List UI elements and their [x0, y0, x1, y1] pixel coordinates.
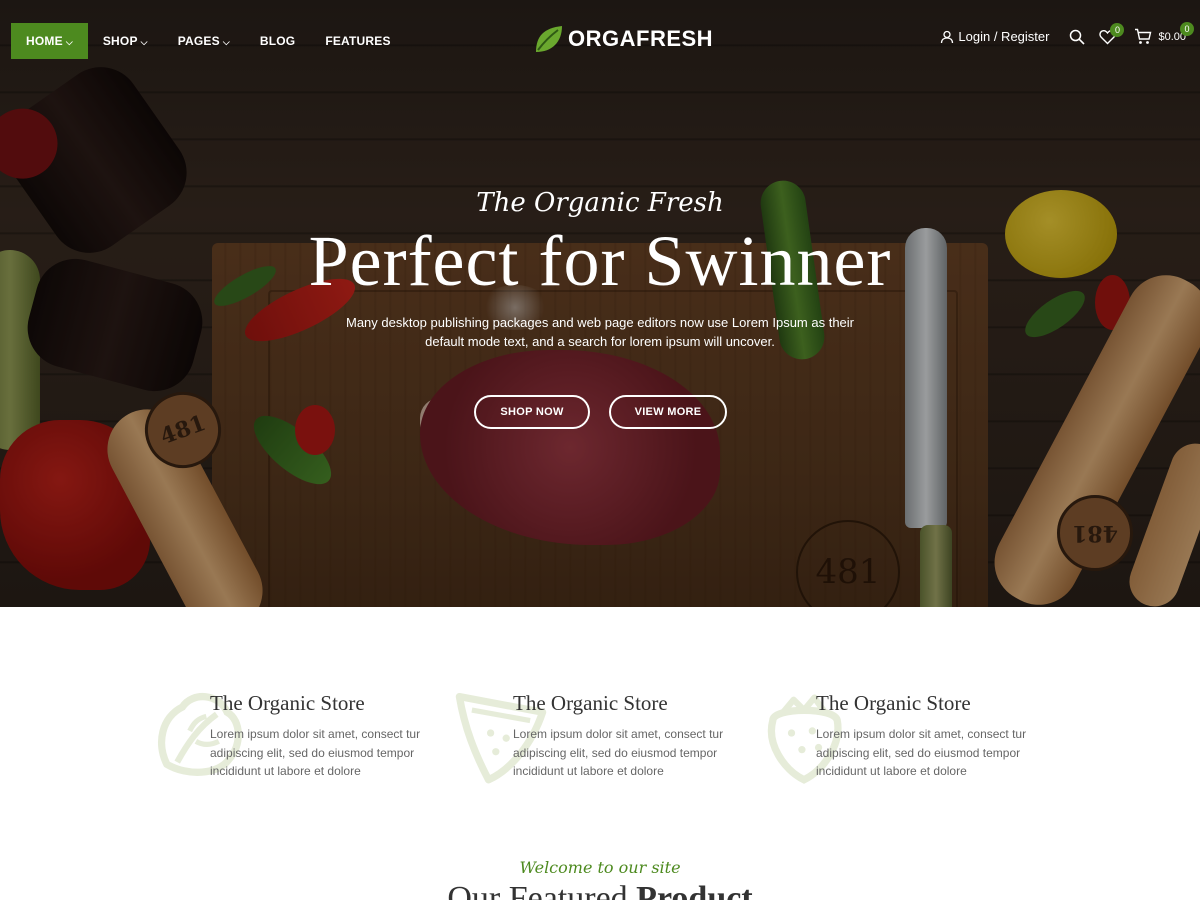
- feature-card: The Organic Store Lorem ipsum dolor sit …: [767, 677, 1106, 797]
- search-button[interactable]: [1069, 29, 1086, 45]
- hero-description: Many desktop publishing packages and web…: [345, 315, 855, 349]
- feature-text: Lorem ipsum dolor sit amet, consect tur …: [210, 727, 421, 778]
- hero-subtitle: The Organic Fresh: [476, 188, 724, 218]
- chevron-down-icon: ⌵: [140, 37, 148, 47]
- nav-label: FEATURES: [325, 34, 391, 48]
- header-actions: Login / Register 0 0 $0.00: [940, 22, 1194, 45]
- shop-now-button[interactable]: SHOP NOW: [474, 395, 590, 429]
- cart-button[interactable]: 0 $0.00: [1134, 22, 1194, 45]
- nav-features[interactable]: FEATURES: [310, 23, 405, 59]
- nav-label: BLOG: [259, 34, 296, 48]
- leaf-icon: [536, 26, 562, 52]
- logo-text: ORGAFRESH: [568, 26, 714, 51]
- featured-title: Our Featured Product: [0, 880, 1200, 900]
- site-header: HOME ⌵ SHOP ⌵ PAGES ⌵ BLOG FEATURES ORGAFRE…: [0, 0, 1200, 82]
- cart-icon: [1135, 28, 1152, 44]
- chevron-down-icon: ⌵: [222, 37, 230, 47]
- nav-label: HOME: [26, 34, 63, 48]
- wishlist-count-badge: 0: [1110, 22, 1125, 37]
- cart-count-badge: 0: [1180, 22, 1194, 36]
- feature-text: Lorem ipsum dolor sit amet, consect tur …: [816, 727, 1027, 778]
- login-label: Login / Register: [958, 29, 1050, 44]
- nav-home[interactable]: HOME ⌵: [11, 23, 88, 59]
- featured-title-plain: Our Featured: [447, 880, 628, 900]
- featured-title-bold: Product: [636, 880, 753, 900]
- features-section: The Organic Store Lorem ipsum dolor sit …: [0, 607, 1200, 900]
- feature-title: The Organic Store: [513, 691, 668, 715]
- feature-title: The Organic Store: [210, 691, 365, 715]
- nav-shop[interactable]: SHOP ⌵: [88, 23, 163, 59]
- user-icon: [941, 30, 954, 43]
- nav-label: PAGES: [177, 34, 220, 48]
- view-more-button[interactable]: VIEW MORE: [609, 395, 727, 429]
- site-logo[interactable]: ORGAFRESH: [534, 24, 713, 54]
- nav-pages[interactable]: PAGES ⌵: [163, 23, 245, 59]
- feature-text: Lorem ipsum dolor sit amet, consect tur …: [513, 727, 724, 778]
- search-icon: [1070, 29, 1086, 45]
- feature-title: The Organic Store: [816, 691, 971, 715]
- hero-banner: 481 481 481 The Organic Fresh Perfect fo…: [0, 0, 1200, 607]
- nav-label: SHOP: [102, 34, 138, 48]
- chevron-down-icon: ⌵: [65, 37, 73, 47]
- hero-overlay: [0, 0, 1200, 607]
- welcome-text: Welcome to our site: [519, 858, 681, 877]
- login-register-link[interactable]: Login / Register: [940, 29, 1049, 44]
- wishlist-button[interactable]: 0: [1099, 22, 1125, 45]
- main-nav: HOME ⌵ SHOP ⌵ PAGES ⌵ BLOG FEATURES: [11, 23, 406, 59]
- nav-blog[interactable]: BLOG: [245, 23, 310, 59]
- hero-title: Perfect for Swinner: [308, 221, 892, 301]
